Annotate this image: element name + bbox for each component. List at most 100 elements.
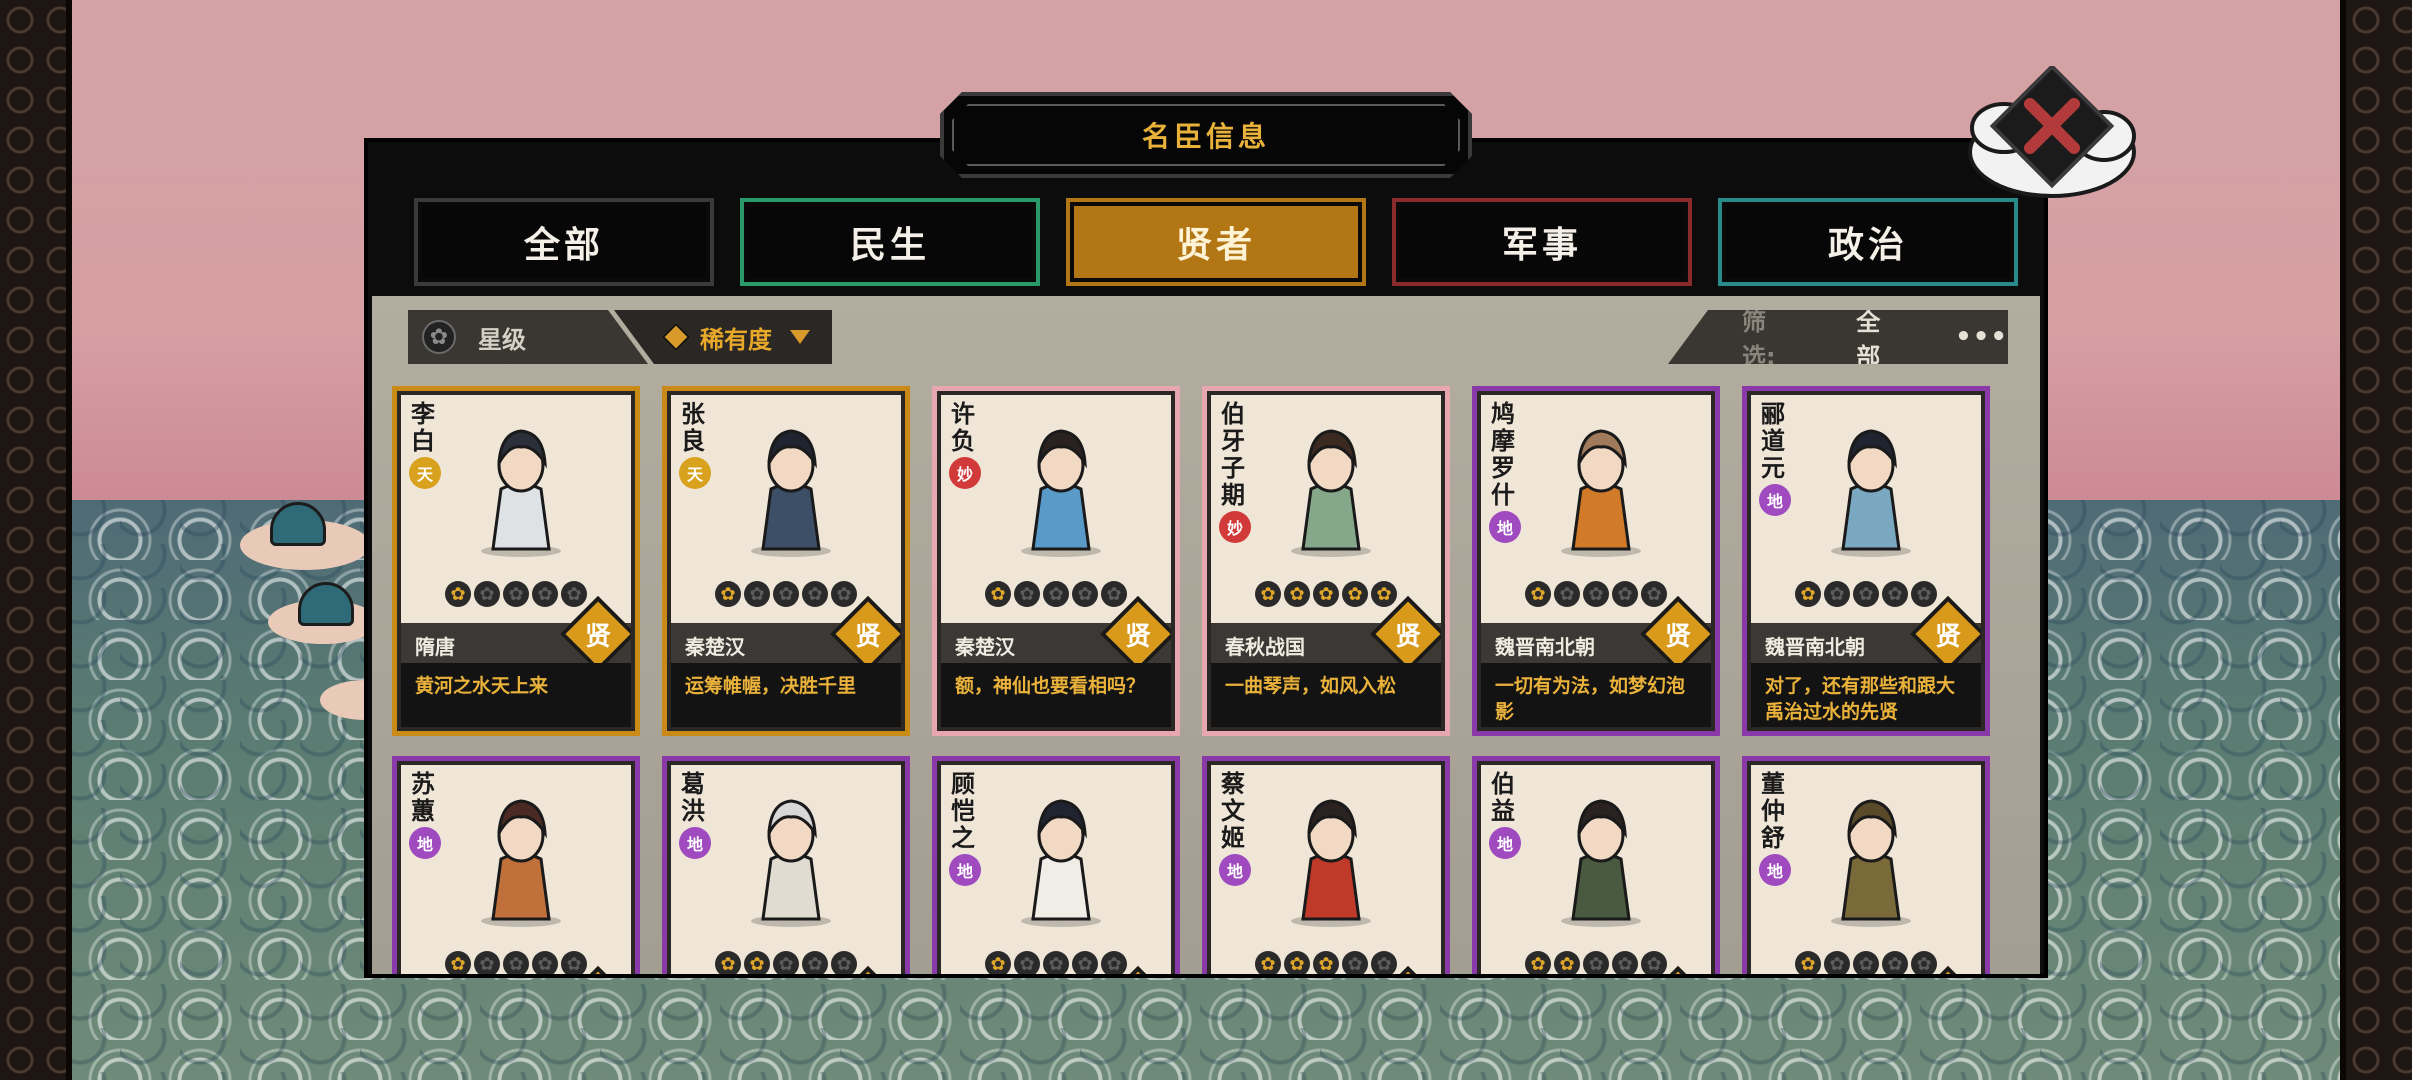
sage-card[interactable]: 伯益地✿✿✿✿✿贤 bbox=[1472, 756, 1720, 974]
sage-card[interactable]: 董仲舒地✿✿✿✿✿贤 bbox=[1742, 756, 1990, 974]
panel-title: 名臣信息 bbox=[1141, 120, 1270, 153]
star-filled-icon: ✿ bbox=[1795, 581, 1821, 607]
star-filled-icon: ✿ bbox=[1255, 581, 1281, 607]
flower-star-icon: ✿ bbox=[422, 320, 456, 354]
grade-badge: 地 bbox=[1489, 511, 1521, 543]
more-options-icon[interactable]: ••• bbox=[1955, 322, 2008, 352]
character-portrait bbox=[1021, 429, 1101, 557]
star-empty-icon: ✿ bbox=[1824, 951, 1850, 974]
character-portrait bbox=[1291, 429, 1371, 557]
grade-badge: 地 bbox=[1759, 484, 1791, 516]
sage-quote: 黄河之水天上来 bbox=[415, 675, 549, 697]
tab-label: 民生 bbox=[849, 225, 930, 266]
star-empty-icon: ✿ bbox=[474, 951, 500, 974]
sage-card[interactable]: 蔡文姬地✿✿✿✿✿贤 bbox=[1202, 756, 1450, 974]
card-face: 苏蕙地✿✿✿✿✿贤 bbox=[401, 765, 631, 974]
star-empty-icon: ✿ bbox=[1043, 581, 1069, 607]
star-filled-icon: ✿ bbox=[1525, 951, 1551, 974]
era-label: 秦楚汉 bbox=[685, 635, 745, 659]
sage-list-area: ✿ 星级 稀有度 筛选: 全部 ••• 李白天 ✿ ✿ ✿ ✿ ✿ 隋唐贤黄河之水天上来 张良… bbox=[372, 296, 2040, 974]
character-portrait bbox=[1561, 799, 1641, 927]
tab-all[interactable]: 全部 bbox=[414, 198, 714, 286]
tab-label: 全部 bbox=[523, 225, 604, 266]
sage-quote: 一曲琴声，如风入松 bbox=[1225, 675, 1397, 697]
card-face: 伯牙子期妙 ✿ ✿ ✿ ✿ ✿ 春秋战国贤一曲琴声，如风入松 bbox=[1211, 395, 1441, 727]
star-empty-icon: ✿ bbox=[1101, 581, 1127, 607]
card-face: 许负妙 ✿ ✿ ✿ ✿ ✿ 秦楚汉贤额，神仙也要看相吗？ bbox=[941, 395, 1171, 727]
sage-card[interactable]: 伯牙子期妙 ✿ ✿ ✿ ✿ ✿ 春秋战国贤一曲琴声，如风入松 bbox=[1202, 386, 1450, 736]
character-portrait bbox=[751, 429, 831, 557]
star-rating: ✿ ✿ ✿ ✿ ✿ bbox=[1255, 951, 1397, 974]
character-portrait bbox=[1831, 799, 1911, 927]
card-face: 伯益地✿✿✿✿✿贤 bbox=[1481, 765, 1711, 974]
star-empty-icon: ✿ bbox=[1853, 581, 1879, 607]
character-portrait bbox=[1291, 799, 1371, 927]
character-portrait bbox=[751, 799, 831, 927]
tab-politics[interactable]: 政治 bbox=[1718, 198, 2018, 286]
star-rating: ✿ ✿ ✿ ✿ ✿ bbox=[715, 581, 857, 607]
era-label: 春秋战国 bbox=[1225, 635, 1305, 659]
star-filled-icon: ✿ bbox=[744, 951, 770, 974]
sage-quote: 一切有为法，如梦幻泡影 bbox=[1495, 675, 1686, 723]
sage-name: 董仲舒 bbox=[1761, 770, 1785, 852]
star-rating: ✿ ✿ ✿ ✿ ✿ bbox=[1525, 581, 1667, 607]
star-filled-icon: ✿ bbox=[1284, 581, 1310, 607]
filter-bar: ✿ 星级 稀有度 筛选: 全部 ••• bbox=[372, 296, 2040, 368]
card-face: 郦道元地 ✿ ✿ ✿ ✿ ✿ 魏晋南北朝贤对了，还有那些和跟大禹治过水的先贤 bbox=[1751, 395, 1981, 727]
sage-name: 苏蕙 bbox=[411, 770, 435, 825]
character-portrait bbox=[1561, 429, 1641, 557]
era-label: 隋唐 bbox=[415, 635, 455, 659]
sage-card[interactable]: 苏蕙地✿✿✿✿✿贤 bbox=[392, 756, 640, 974]
star-filled-icon: ✿ bbox=[1795, 951, 1821, 974]
tab-label: 贤者 bbox=[1175, 225, 1256, 266]
tab-military[interactable]: 军事 bbox=[1392, 198, 1692, 286]
filter-dropdown[interactable]: 筛选: 全部 ••• bbox=[1668, 310, 2008, 364]
decorative-frame-right bbox=[2340, 0, 2412, 1080]
grade-badge: 天 bbox=[679, 457, 711, 489]
star-filled-icon: ✿ bbox=[1313, 581, 1339, 607]
tab-sage[interactable]: 贤者 bbox=[1066, 198, 1366, 286]
category-tabs: 全部 民生 贤者 军事 政治 bbox=[414, 198, 2022, 288]
star-empty-icon: ✿ bbox=[1101, 951, 1127, 974]
star-empty-icon: ✿ bbox=[1554, 581, 1580, 607]
star-rating: ✿ ✿ ✿ ✿ ✿ bbox=[715, 951, 857, 974]
grade-badge: 妙 bbox=[1219, 511, 1251, 543]
character-portrait bbox=[481, 429, 561, 557]
star-empty-icon: ✿ bbox=[831, 581, 857, 607]
sort-by-star-button[interactable]: ✿ 星级 bbox=[408, 310, 648, 364]
sage-card[interactable]: 郦道元地 ✿ ✿ ✿ ✿ ✿ 魏晋南北朝贤对了，还有那些和跟大禹治过水的先贤 bbox=[1742, 386, 1990, 736]
star-rating: ✿ ✿ ✿ ✿ ✿ bbox=[445, 951, 587, 974]
star-empty-icon: ✿ bbox=[1072, 951, 1098, 974]
sage-card[interactable]: 葛洪地✿✿✿✿✿贤 bbox=[662, 756, 910, 974]
star-empty-icon: ✿ bbox=[1612, 951, 1638, 974]
sage-card[interactable]: 许负妙 ✿ ✿ ✿ ✿ ✿ 秦楚汉贤额，神仙也要看相吗？ bbox=[932, 386, 1180, 736]
grade-badge: 地 bbox=[1489, 827, 1521, 859]
star-filled-icon: ✿ bbox=[1371, 581, 1397, 607]
star-empty-icon: ✿ bbox=[1882, 581, 1908, 607]
sage-card[interactable]: 李白天 ✿ ✿ ✿ ✿ ✿ 隋唐贤黄河之水天上来 bbox=[392, 386, 640, 736]
star-empty-icon: ✿ bbox=[1583, 951, 1609, 974]
grade-badge: 妙 bbox=[949, 457, 981, 489]
sage-card[interactable]: 顾恺之地✿✿✿✿✿贤 bbox=[932, 756, 1180, 974]
star-rating: ✿ ✿ ✿ ✿ ✿ bbox=[445, 581, 587, 607]
star-empty-icon: ✿ bbox=[1014, 951, 1040, 974]
floating-island bbox=[268, 582, 378, 644]
card-face: 李白天 ✿ ✿ ✿ ✿ ✿ 隋唐贤黄河之水天上来 bbox=[401, 395, 631, 727]
era-label: 魏晋南北朝 bbox=[1765, 635, 1865, 659]
sage-name: 葛洪 bbox=[681, 770, 705, 825]
grade-badge: 地 bbox=[949, 854, 981, 886]
title-plate: 名臣信息 bbox=[940, 92, 1472, 178]
sage-card[interactable]: 鸠摩罗什地 ✿ ✿ ✿ ✿ ✿ 魏晋南北朝贤一切有为法，如梦幻泡影 bbox=[1472, 386, 1720, 736]
close-button[interactable] bbox=[1964, 63, 2140, 206]
card-face: 鸠摩罗什地 ✿ ✿ ✿ ✿ ✿ 魏晋南北朝贤一切有为法，如梦幻泡影 bbox=[1481, 395, 1711, 727]
filter-value: 全部 bbox=[1856, 308, 1881, 371]
star-empty-icon: ✿ bbox=[1641, 581, 1667, 607]
star-filled-icon: ✿ bbox=[1525, 581, 1551, 607]
tab-livelihood[interactable]: 民生 bbox=[740, 198, 1040, 286]
sage-quote: 对了，还有那些和跟大禹治过水的先贤 bbox=[1765, 675, 1956, 723]
star-filled-icon: ✿ bbox=[985, 581, 1011, 607]
sage-card[interactable]: 张良天 ✿ ✿ ✿ ✿ ✿ 秦楚汉贤运筹帷幄，决胜千里 bbox=[662, 386, 910, 736]
star-filled-icon: ✿ bbox=[1554, 951, 1580, 974]
sort-by-rarity-button[interactable]: 稀有度 bbox=[614, 310, 832, 364]
star-empty-icon: ✿ bbox=[1583, 581, 1609, 607]
